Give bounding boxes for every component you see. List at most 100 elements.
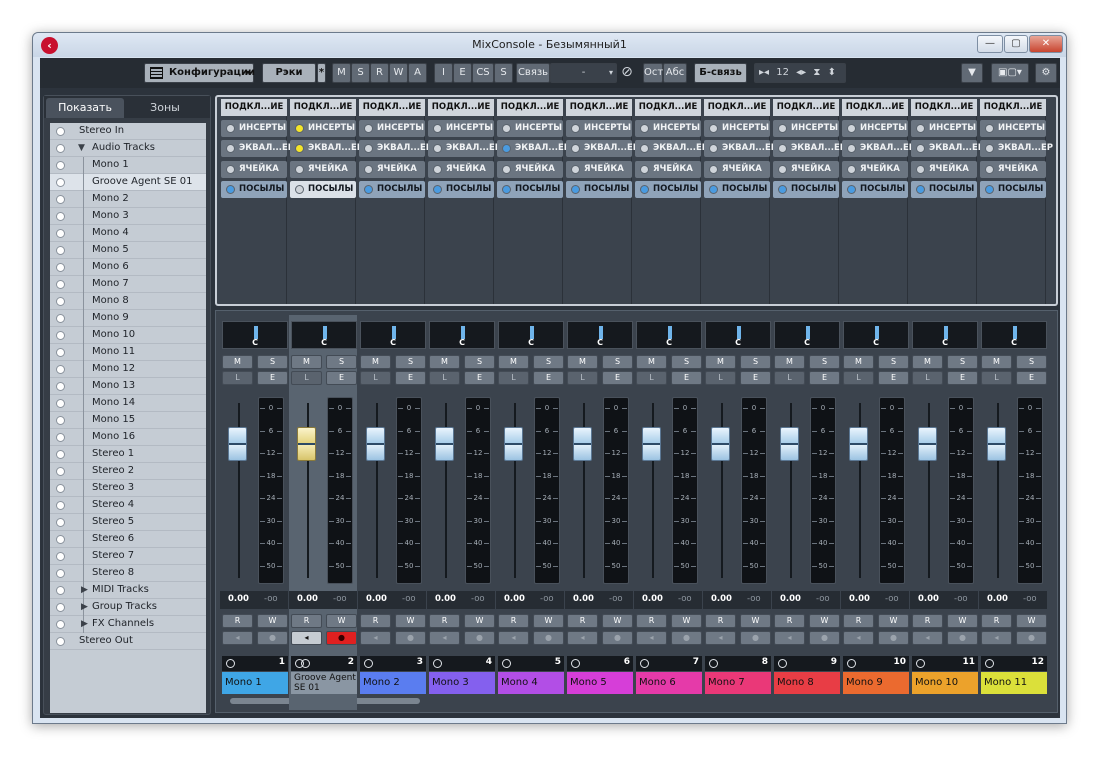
volume-fader[interactable]: [504, 427, 523, 461]
bypass-led-icon[interactable]: [571, 144, 580, 153]
read-automation-button[interactable]: R: [705, 614, 736, 628]
eq-rack[interactable]: ЭКВАЛ...ЕР: [566, 140, 639, 157]
listen-button[interactable]: L: [429, 371, 460, 385]
visibility-toggle[interactable]: [56, 450, 65, 459]
read-automation-button[interactable]: R: [291, 614, 322, 628]
strip-rack[interactable]: ЯЧЕЙКА: [221, 161, 287, 178]
read-automation-button[interactable]: R: [360, 614, 391, 628]
list-item[interactable]: Mono 3: [50, 208, 206, 225]
volume-value[interactable]: 0.00: [780, 594, 801, 604]
listen-button[interactable]: L: [222, 371, 253, 385]
volume-value[interactable]: 0.00: [918, 594, 939, 604]
bypass-led-icon[interactable]: [640, 144, 649, 153]
collapsed-triangle-icon[interactable]: ▶: [81, 599, 88, 615]
record-enable-icon[interactable]: ●: [395, 631, 426, 645]
volume-fader[interactable]: [711, 427, 730, 461]
inserts-rack[interactable]: ИНСЕРТЫ: [566, 120, 632, 137]
monitor-icon[interactable]: ◂: [705, 631, 736, 645]
listen-button[interactable]: L: [705, 371, 736, 385]
pan-control[interactable]: C: [567, 321, 633, 349]
record-enable-icon[interactable]: ●: [878, 631, 909, 645]
eq-rack[interactable]: ЭКВАЛ...ЕР: [428, 140, 501, 157]
volume-value[interactable]: 0.00: [642, 594, 663, 604]
channel-name[interactable]: Mono 10: [912, 672, 978, 694]
routing-rack-header[interactable]: ПОДКЛ...ИЕ: [497, 99, 563, 116]
solo-button[interactable]: S: [671, 355, 702, 369]
visibility-toggle[interactable]: [56, 586, 65, 595]
list-item[interactable]: Mono 14: [50, 395, 206, 412]
visibility-toggle[interactable]: [56, 467, 65, 476]
bypass-led-icon[interactable]: [295, 165, 304, 174]
edit-channel-button[interactable]: E: [809, 371, 840, 385]
list-item[interactable]: Mono 2: [50, 191, 206, 208]
bypass-led-icon[interactable]: [985, 144, 994, 153]
strip-rack[interactable]: ЯЧЕЙКА: [497, 161, 563, 178]
global-read-button[interactable]: R: [370, 63, 389, 83]
volume-value[interactable]: 0.00: [711, 594, 732, 604]
monitor-icon[interactable]: ◂: [222, 631, 253, 645]
visibility-toggle[interactable]: [56, 229, 65, 238]
volume-fader[interactable]: [366, 427, 385, 461]
input-monitor-icon[interactable]: [709, 659, 718, 668]
bypass-led-icon[interactable]: [709, 165, 718, 174]
bypass-eq-button[interactable]: E: [453, 63, 472, 83]
volume-value[interactable]: 0.00: [573, 594, 594, 604]
sends-rack[interactable]: ПОСЫЛЫ: [359, 181, 425, 198]
mute-button[interactable]: M: [705, 355, 736, 369]
list-item[interactable]: ▶ FX Channels: [50, 616, 206, 633]
routing-rack-header[interactable]: ПОДКЛ...ИЕ: [704, 99, 770, 116]
strip-rack[interactable]: ЯЧЕЙКА: [566, 161, 632, 178]
bypass-led-icon[interactable]: [226, 124, 235, 133]
volume-value[interactable]: 0.00: [987, 594, 1008, 604]
link-suspend-icon[interactable]: ⊘: [618, 63, 636, 83]
visibility-toggle[interactable]: [56, 518, 65, 527]
mute-button[interactable]: M: [360, 355, 391, 369]
input-monitor-icon[interactable]: [226, 659, 235, 668]
eq-rack[interactable]: ЭКВАЛ...ЕР: [911, 140, 984, 157]
functions-menu-button[interactable]: ▼: [961, 63, 983, 83]
mute-button[interactable]: M: [981, 355, 1012, 369]
input-monitor-icon[interactable]: [640, 659, 649, 668]
mute-button[interactable]: M: [567, 355, 598, 369]
peak-value[interactable]: -oo: [402, 594, 416, 604]
visibility-toggle[interactable]: [56, 416, 65, 425]
write-automation-button[interactable]: W: [533, 614, 564, 628]
bypass-led-icon[interactable]: [709, 185, 718, 194]
write-automation-button[interactable]: W: [257, 614, 288, 628]
record-enable-icon[interactable]: ●: [947, 631, 978, 645]
listen-button[interactable]: L: [843, 371, 874, 385]
listen-button[interactable]: L: [636, 371, 667, 385]
list-item[interactable]: Stereo 4: [50, 497, 206, 514]
read-automation-button[interactable]: R: [429, 614, 460, 628]
bypass-led-icon[interactable]: [778, 144, 787, 153]
volume-value[interactable]: 0.00: [849, 594, 870, 604]
visibility-toggle[interactable]: [56, 144, 65, 153]
bypass-led-icon[interactable]: [364, 124, 373, 133]
visibility-toggle[interactable]: [56, 552, 65, 561]
visibility-toggle[interactable]: [56, 331, 65, 340]
read-automation-button[interactable]: R: [774, 614, 805, 628]
bypass-led-icon[interactable]: [847, 165, 856, 174]
visibility-toggle[interactable]: [56, 433, 65, 442]
list-item[interactable]: Mono 4: [50, 225, 206, 242]
routing-rack-header[interactable]: ПОДКЛ...ИЕ: [359, 99, 425, 116]
pan-control[interactable]: C: [636, 321, 702, 349]
volume-readout[interactable]: 0.00 -oo: [634, 591, 702, 609]
listen-button[interactable]: L: [912, 371, 943, 385]
eq-rack[interactable]: ЭКВАЛ...ЕР: [980, 140, 1053, 157]
pan-control[interactable]: C: [360, 321, 426, 349]
bypass-led-icon[interactable]: [916, 124, 925, 133]
listen-button[interactable]: L: [567, 371, 598, 385]
inserts-rack[interactable]: ИНСЕРТЫ: [842, 120, 908, 137]
write-automation-button[interactable]: W: [671, 614, 702, 628]
peak-value[interactable]: -oo: [1023, 594, 1037, 604]
peak-value[interactable]: -oo: [816, 594, 830, 604]
list-item[interactable]: Stereo 7: [50, 548, 206, 565]
input-monitor-icon[interactable]: [778, 659, 787, 668]
channel-name[interactable]: Mono 8: [774, 672, 840, 694]
global-solo-button[interactable]: S: [351, 63, 370, 83]
input-monitor-icon[interactable]: [847, 659, 856, 668]
sends-rack[interactable]: ПОСЫЛЫ: [911, 181, 977, 198]
collapsed-triangle-icon[interactable]: ▶: [81, 582, 88, 598]
eq-rack[interactable]: ЭКВАЛ...ЕР: [773, 140, 846, 157]
